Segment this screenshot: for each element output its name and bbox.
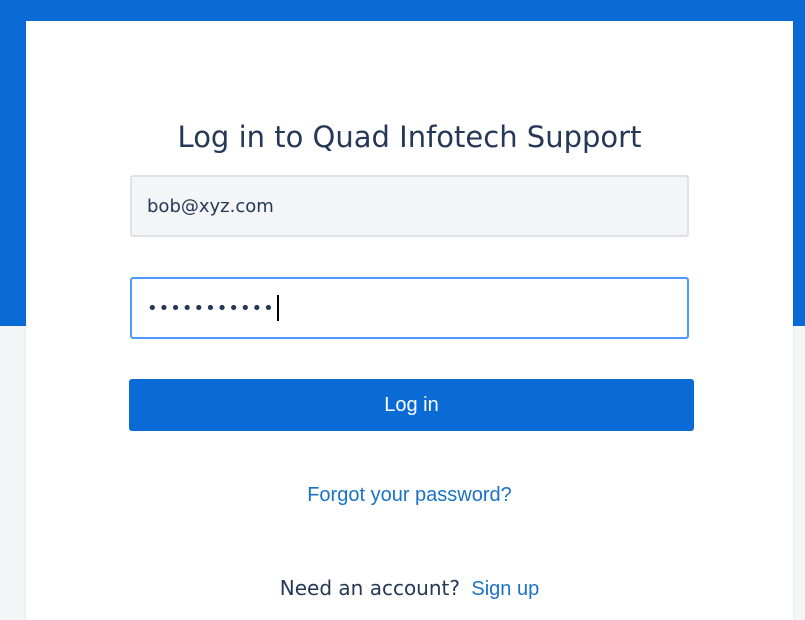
- login-page: Log in to Quad Infotech Support bob@xyz.…: [0, 0, 805, 620]
- text-cursor: [276, 295, 279, 321]
- forgot-password-link[interactable]: Forgot your password?: [26, 484, 793, 507]
- password-mask: •••••••••••: [147, 297, 275, 319]
- login-card: Log in to Quad Infotech Support bob@xyz.…: [26, 21, 793, 620]
- login-button[interactable]: Log in: [129, 379, 694, 431]
- account-prompt: Need an account?: [279, 576, 460, 600]
- signup-row: Need an account? Sign up: [26, 576, 793, 601]
- login-button-label: Log in: [384, 393, 439, 416]
- email-value: bob@xyz.com: [147, 195, 274, 217]
- email-field[interactable]: bob@xyz.com: [130, 175, 689, 237]
- password-field[interactable]: •••••••••••: [130, 277, 689, 339]
- signup-link[interactable]: Sign up: [471, 578, 539, 600]
- page-title: Log in to Quad Infotech Support: [177, 120, 642, 154]
